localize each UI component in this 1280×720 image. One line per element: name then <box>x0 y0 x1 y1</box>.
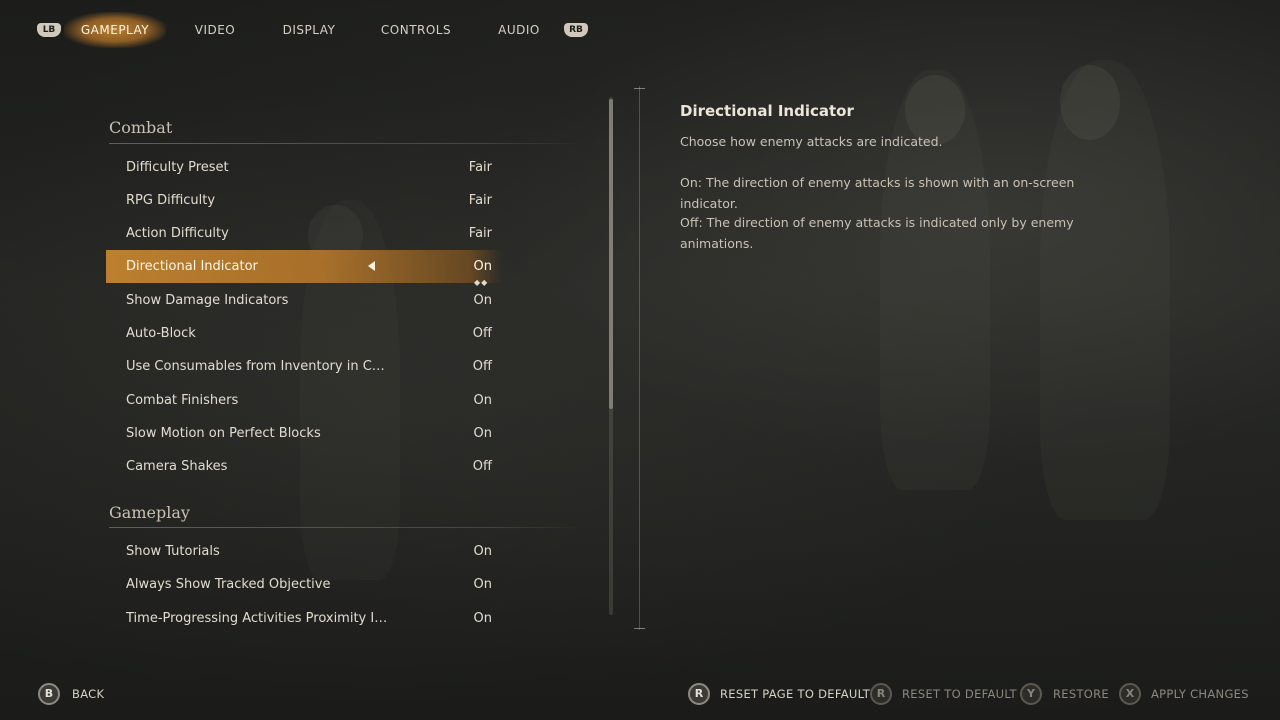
arrow-left-icon[interactable] <box>368 261 375 271</box>
section-divider <box>109 527 581 528</box>
setting-label: Show Damage Indicators <box>126 293 289 308</box>
setting-value: On <box>473 393 492 408</box>
description-paragraph: On: The direction of enemy attacks is sh… <box>680 175 1075 211</box>
tab-controls[interactable]: CONTROLS <box>378 18 454 42</box>
setting-label: Use Consumables from Inventory in C… <box>126 359 385 374</box>
setting-row-difficulty-preset[interactable]: Difficulty Preset Fair <box>106 151 502 184</box>
setting-value: Fair <box>468 193 492 208</box>
divider-cap <box>634 628 645 629</box>
setting-row-rpg-difficulty[interactable]: RPG Difficulty Fair <box>106 184 502 217</box>
setting-value: Off <box>472 459 492 474</box>
setting-value: On <box>473 426 492 441</box>
setting-label: Show Tutorials <box>126 544 220 559</box>
r-button-icon[interactable]: R <box>688 683 710 705</box>
setting-label: Difficulty Preset <box>126 160 229 175</box>
setting-label: Time-Progressing Activities Proximity I… <box>126 611 388 626</box>
setting-label: Directional Indicator <box>126 259 258 274</box>
section-title-combat: Combat <box>109 118 173 137</box>
setting-row-always-show-tracked-objective[interactable]: Always Show Tracked Objective On <box>106 568 502 601</box>
setting-row-show-tutorials[interactable]: Show Tutorials On <box>106 535 502 568</box>
settings-scrollbar-thumb[interactable] <box>609 99 613 409</box>
x-button-icon[interactable]: X <box>1119 683 1141 705</box>
y-button-icon[interactable]: Y <box>1020 683 1042 705</box>
setting-label: Always Show Tracked Objective <box>126 577 331 592</box>
setting-row-auto-block[interactable]: Auto-Block Off <box>106 317 502 350</box>
setting-label: Slow Motion on Perfect Blocks <box>126 426 321 441</box>
setting-label: Combat Finishers <box>126 393 239 408</box>
setting-value: Off <box>472 326 492 341</box>
divider-cap <box>634 88 645 89</box>
section-title-gameplay: Gameplay <box>109 503 190 522</box>
back-button[interactable]: BACK <box>72 687 104 701</box>
setting-label: Auto-Block <box>126 326 196 341</box>
tab-audio[interactable]: AUDIO <box>494 18 544 42</box>
restore-button[interactable]: RESTORE <box>1053 687 1109 701</box>
description-paragraph: Off: The direction of enemy attacks is i… <box>680 215 1074 251</box>
setting-row-use-consumables[interactable]: Use Consumables from Inventory in C… Off <box>106 350 502 383</box>
setting-row-action-difficulty[interactable]: Action Difficulty Fair <box>106 217 502 250</box>
background-skull <box>1060 65 1120 140</box>
setting-value: On <box>473 293 492 308</box>
description-paragraph: Choose how enemy attacks are indicated. <box>680 134 943 149</box>
setting-label: RPG Difficulty <box>126 193 216 208</box>
rb-bumper-icon[interactable]: RB <box>564 23 588 37</box>
setting-label: Camera Shakes <box>126 459 228 474</box>
setting-row-show-damage-indicators[interactable]: Show Damage Indicators On <box>106 284 502 317</box>
b-button-icon[interactable]: B <box>38 683 60 705</box>
setting-row-camera-shakes[interactable]: Camera Shakes Off <box>106 450 502 483</box>
tab-gameplay[interactable]: GAMEPLAY <box>80 18 150 42</box>
setting-value: On <box>473 611 492 626</box>
r-button-icon[interactable]: R <box>870 683 892 705</box>
lb-bumper-icon[interactable]: LB <box>37 23 61 37</box>
reset-to-default-button[interactable]: RESET TO DEFAULT <box>902 687 1017 701</box>
setting-label: Action Difficulty <box>126 226 229 241</box>
setting-value: Fair <box>468 226 492 241</box>
setting-value: Fair <box>468 160 492 175</box>
panel-divider <box>639 86 640 630</box>
setting-value: Off <box>472 359 492 374</box>
settings-tab-bar: LB GAMEPLAY VIDEO DISPLAY CONTROLS AUDIO… <box>0 0 1280 60</box>
apply-changes-button[interactable]: APPLY CHANGES <box>1151 687 1249 701</box>
setting-row-combat-finishers[interactable]: Combat Finishers On <box>106 384 502 417</box>
section-divider <box>109 143 581 144</box>
description-title: Directional Indicator <box>680 102 854 120</box>
tab-display[interactable]: DISPLAY <box>280 18 338 42</box>
tab-video[interactable]: VIDEO <box>190 18 240 42</box>
setting-row-time-progressing-activities[interactable]: Time-Progressing Activities Proximity I…… <box>106 602 502 635</box>
setting-value: On <box>473 577 492 592</box>
setting-row-slow-motion-perfect-blocks[interactable]: Slow Motion on Perfect Blocks On <box>106 417 502 450</box>
setting-value: On <box>473 544 492 559</box>
reset-page-to-default-button[interactable]: RESET PAGE TO DEFAULT <box>720 687 870 701</box>
setting-row-directional-indicator[interactable]: Directional Indicator On <box>106 250 502 283</box>
